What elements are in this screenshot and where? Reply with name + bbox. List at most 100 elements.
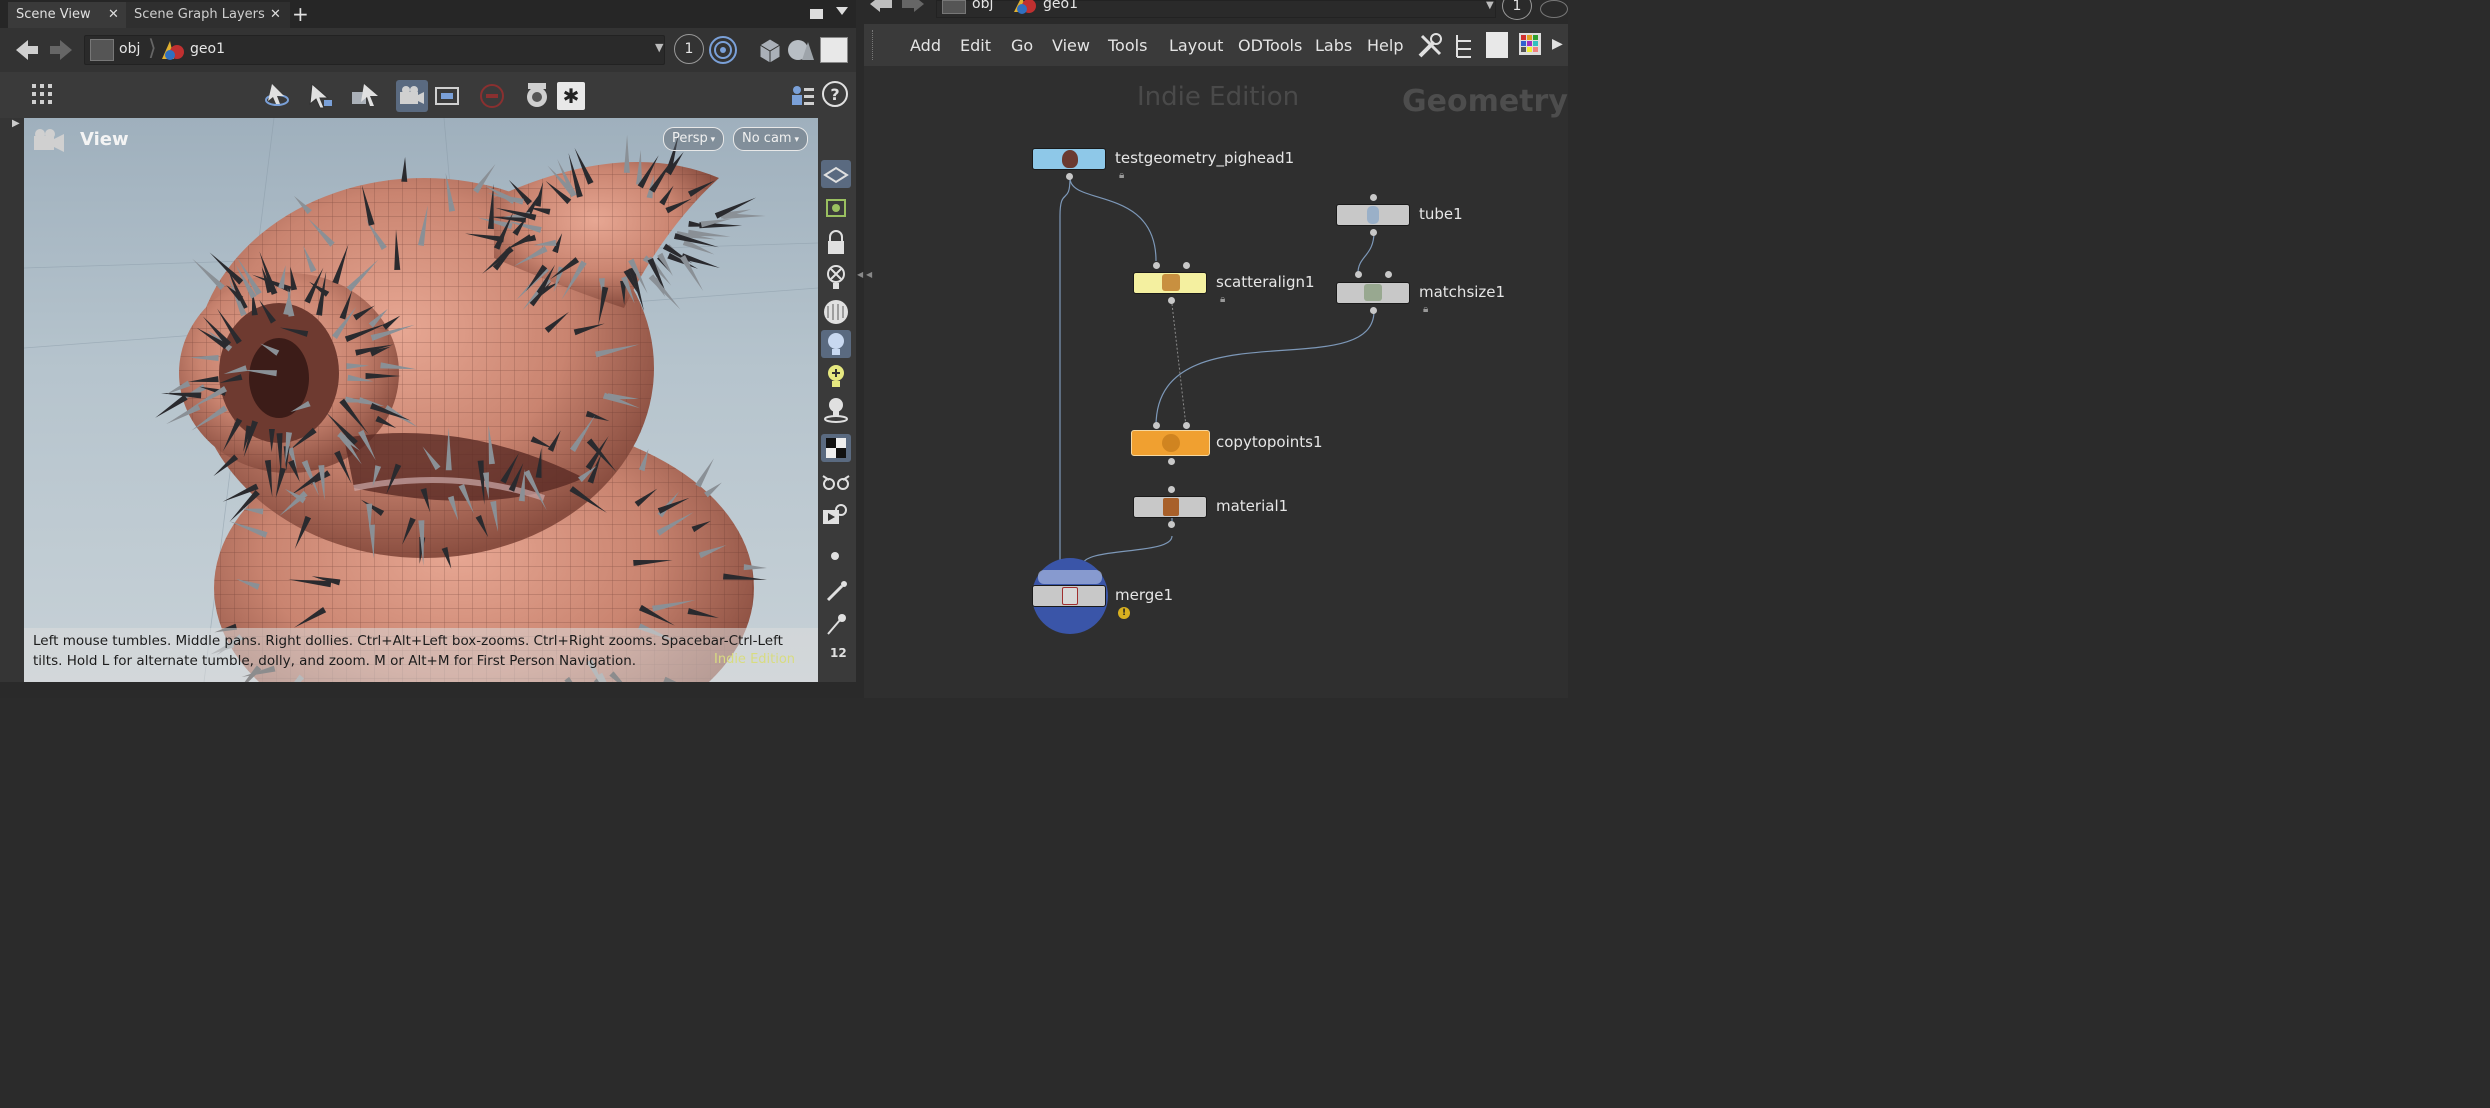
display-options-icon[interactable] <box>788 82 816 110</box>
menu-add[interactable]: Add <box>910 36 941 55</box>
viewport-3d[interactable] <box>24 118 818 682</box>
indie-watermark: Indie Edition <box>714 652 796 667</box>
link-viewer-icon[interactable] <box>707 34 739 66</box>
menu-layout[interactable]: Layout <box>1169 36 1223 55</box>
left-gutter <box>0 118 24 682</box>
pin-tool-icon[interactable] <box>824 612 848 636</box>
list-view-icon[interactable] <box>1486 32 1508 58</box>
close-icon[interactable]: ✕ <box>108 7 119 22</box>
menu-labs[interactable]: Labs <box>1315 36 1352 55</box>
right-path-node[interactable]: geo1 <box>1043 0 1078 12</box>
warning-icon[interactable]: ! <box>1118 607 1130 619</box>
headlight-off-icon[interactable] <box>825 264 847 292</box>
perspective-menu-label: Persp <box>672 131 708 146</box>
node-label-copytopoints: copytopoints1 <box>1216 433 1323 451</box>
path-dropdown-icon[interactable]: ▼ <box>1486 0 1494 11</box>
node-label-merge: merge1 <box>1115 586 1174 604</box>
right-path-network[interactable]: obj <box>972 0 993 12</box>
link-viewer-icon[interactable] <box>1540 0 1568 18</box>
view-tool-icon[interactable] <box>262 82 292 110</box>
input-port[interactable] <box>1370 194 1377 201</box>
viewer-number-button[interactable]: 1 <box>674 34 704 64</box>
menu-go[interactable]: Go <box>1011 36 1033 55</box>
shading-mode-icon[interactable] <box>786 36 816 64</box>
tools-wrench-icon[interactable] <box>1416 32 1444 60</box>
disabled-toggle-icon[interactable] <box>478 82 506 110</box>
input-port[interactable] <box>1153 422 1160 429</box>
back-arrow-icon[interactable] <box>14 38 40 62</box>
snapshot-icon[interactable] <box>434 84 462 108</box>
bulb-ground-icon[interactable] <box>822 396 850 424</box>
tab-scene-graph-layers-label: Scene Graph Layers <box>134 7 265 22</box>
transform-tool-icon[interactable] <box>350 82 382 110</box>
geo-node-icon <box>1014 0 1036 14</box>
flipbook-icon[interactable] <box>821 502 851 528</box>
output-port[interactable] <box>1168 521 1175 528</box>
menu-view[interactable]: View <box>1052 36 1090 55</box>
path-network[interactable]: obj <box>119 41 140 57</box>
output-port[interactable] <box>1168 458 1175 465</box>
path-node[interactable]: geo1 <box>190 41 225 57</box>
input-port[interactable] <box>1168 486 1175 493</box>
point-dot-icon[interactable] <box>831 552 839 560</box>
visibility-glasses-icon[interactable] <box>821 470 851 494</box>
color-palette-icon[interactable] <box>1518 32 1542 58</box>
obj-network-icon <box>942 0 966 14</box>
snap-geometry-icon[interactable] <box>823 196 849 220</box>
tab-scene-graph-layers[interactable]: Scene Graph Layers <box>126 2 290 28</box>
close-icon[interactable]: ✕ <box>270 7 281 22</box>
path-separator-icon: ⟩ <box>148 36 157 61</box>
display-geometry-icon[interactable] <box>756 36 784 64</box>
input-port[interactable] <box>1355 271 1362 278</box>
output-port[interactable] <box>1168 297 1175 304</box>
tree-view-icon[interactable] <box>1452 32 1476 60</box>
select-tool-icon[interactable] <box>306 82 336 110</box>
input-port[interactable] <box>1183 262 1190 269</box>
help-icon[interactable]: ? <box>822 81 848 107</box>
menu-edit[interactable]: Edit <box>960 36 991 55</box>
perspective-menu[interactable]: Persp ▾ <box>663 127 725 151</box>
forward-arrow-icon[interactable] <box>48 38 74 62</box>
merge-ring-highlight <box>1038 570 1102 584</box>
background-toggle-icon[interactable] <box>820 37 848 63</box>
wire-tube-matchsize <box>1357 231 1375 274</box>
path-dropdown-icon[interactable]: ▼ <box>655 41 663 54</box>
view-title: View <box>80 129 129 150</box>
grid-menu-icon[interactable] <box>30 82 56 108</box>
tube-icon <box>1367 206 1379 224</box>
collapse-arrow-left-icon[interactable]: ▶ <box>12 118 20 129</box>
matchsize-icon <box>1364 284 1382 301</box>
output-port[interactable] <box>1370 229 1377 236</box>
obj-network-icon <box>90 39 114 61</box>
menu-help[interactable]: Help <box>1367 36 1403 55</box>
output-port[interactable] <box>1370 307 1377 314</box>
input-port[interactable] <box>1153 262 1160 269</box>
maximize-icon[interactable] <box>810 9 823 19</box>
timeline-strip[interactable] <box>0 682 856 698</box>
spike <box>623 134 630 173</box>
settings-gear-icon[interactable]: ✱ <box>557 82 585 110</box>
output-port[interactable] <box>1066 173 1073 180</box>
input-port[interactable] <box>1183 422 1190 429</box>
pane-menu-icon[interactable] <box>836 7 848 15</box>
node-label-scatteralign: scatteralign1 <box>1216 273 1315 291</box>
bulb-plus-icon[interactable] <box>826 364 846 390</box>
splitter-arrow-icon[interactable]: ◀ <box>857 270 863 279</box>
back-arrow-icon[interactable] <box>868 0 894 14</box>
menu-overflow-icon[interactable]: ▶ <box>1552 36 1563 52</box>
forward-arrow-icon[interactable] <box>900 0 926 14</box>
input-port[interactable] <box>1385 271 1392 278</box>
copy-icon <box>1162 434 1180 452</box>
viewer-number: 1 <box>1512 0 1522 14</box>
camera-menu[interactable]: No cam ▾ <box>733 127 808 151</box>
pane-splitter[interactable] <box>856 0 864 698</box>
light-probe-icon[interactable] <box>522 80 552 110</box>
lock-camera-icon[interactable] <box>825 230 847 256</box>
light-sphere-icon[interactable] <box>822 298 850 326</box>
pen-icon[interactable] <box>824 580 848 604</box>
add-tab-button[interactable]: + <box>292 2 309 26</box>
menu-odtools[interactable]: ODTools <box>1238 36 1302 55</box>
menu-tools[interactable]: Tools <box>1108 36 1147 55</box>
spike <box>743 564 767 571</box>
bulb-icon <box>828 333 844 355</box>
